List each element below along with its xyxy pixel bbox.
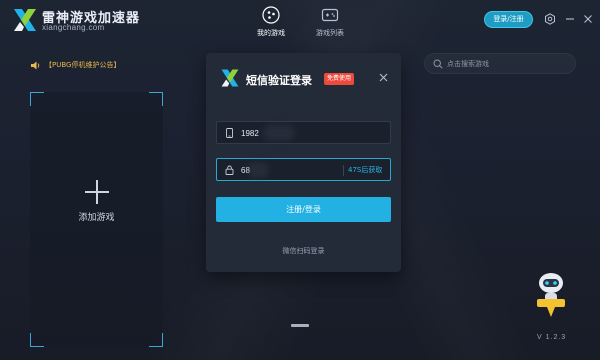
brand-logo-icon	[14, 9, 36, 31]
search-icon	[433, 59, 443, 69]
privacy-blur	[263, 125, 295, 141]
plus-icon	[85, 180, 109, 204]
brand-url: xiangchang.com	[42, 23, 105, 32]
login-register-button[interactable]: 登录/注册	[484, 11, 533, 28]
controller-circle-icon	[262, 6, 280, 24]
minimize-icon[interactable]	[564, 13, 576, 25]
nav-game-list-label: 游戏列表	[316, 29, 344, 37]
version-label: V 1.2.3	[537, 334, 567, 341]
title-bar: 雷神游戏加速器 xiangchang.com 我的游戏 游戏列表 登录/注册	[0, 0, 600, 40]
wechat-qr-login-link[interactable]: 微信扫码登录	[206, 246, 401, 256]
frame-corner	[30, 92, 44, 106]
announcement-text[interactable]: 【PUBG停机维护公告】	[45, 60, 120, 71]
app-window: 雷神游戏加速器 xiangchang.com 我的游戏 游戏列表 登录/注册 【…	[0, 0, 600, 360]
dialog-title: 短信验证登录	[246, 74, 312, 87]
frame-corner	[30, 333, 44, 347]
close-window-icon[interactable]	[582, 13, 594, 25]
lock-icon	[225, 165, 234, 175]
frame-corner	[149, 92, 163, 106]
add-game-label: 添加游戏	[78, 213, 115, 223]
frame-corner	[149, 333, 163, 347]
speaker-icon	[31, 61, 40, 70]
close-icon[interactable]	[379, 73, 388, 82]
settings-icon[interactable]	[544, 13, 556, 25]
divider	[343, 165, 344, 176]
phone-field[interactable]	[216, 121, 391, 144]
nav-my-games-label: 我的游戏	[257, 29, 285, 37]
free-badge: 免费使用	[324, 73, 355, 85]
brand-logo-icon	[221, 69, 239, 87]
register-login-button[interactable]: 注册/登录	[216, 197, 391, 222]
gamepad-icon	[321, 8, 339, 22]
search-box[interactable]	[424, 53, 576, 74]
search-input[interactable]	[447, 57, 571, 71]
resend-countdown[interactable]: 47S后获取	[348, 164, 382, 176]
sms-login-dialog: 短信验证登录 免费使用 47S后获取 注册/登录 微信扫码登录	[206, 53, 401, 272]
drag-handle[interactable]	[291, 324, 309, 327]
add-game-card[interactable]: 添加游戏	[30, 92, 163, 347]
robot-mascot-icon[interactable]	[533, 270, 569, 320]
verification-code-field[interactable]: 47S后获取	[216, 158, 391, 181]
nav-game-list[interactable]: 游戏列表	[305, 6, 355, 38]
phone-icon	[226, 128, 233, 138]
privacy-blur	[247, 162, 269, 178]
nav-my-games[interactable]: 我的游戏	[246, 6, 296, 38]
